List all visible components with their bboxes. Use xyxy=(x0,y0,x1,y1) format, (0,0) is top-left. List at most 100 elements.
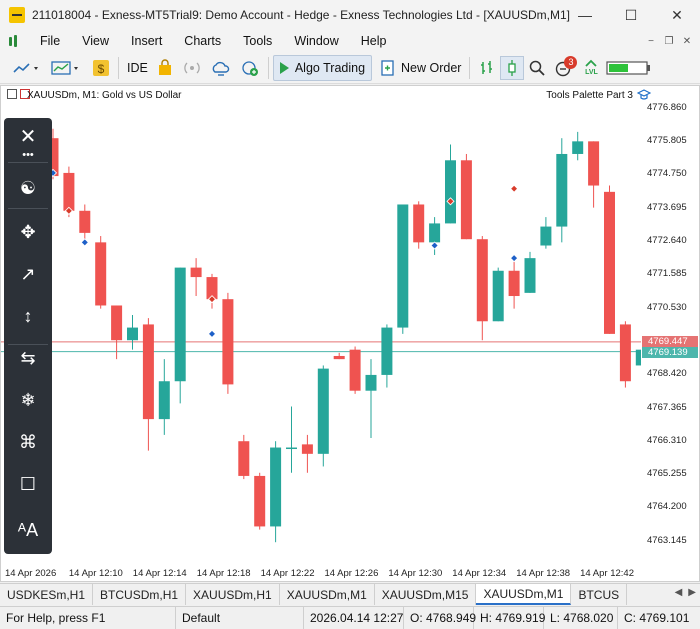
candlestick-chart[interactable] xyxy=(1,86,641,566)
tab-btcusdm-h1[interactable]: BTCUSDm,H1 xyxy=(93,584,187,605)
minimize-button[interactable]: — xyxy=(562,0,608,30)
snowflake-icon[interactable]: ❄ xyxy=(4,382,52,418)
yin-yang-icon[interactable]: ☯ xyxy=(4,170,52,206)
candle-body[interactable] xyxy=(238,441,250,476)
square-icon[interactable]: ☐ xyxy=(4,466,52,502)
maximize-button[interactable]: ☐ xyxy=(608,0,654,30)
candle-body[interactable] xyxy=(540,226,552,246)
signal-icon[interactable] xyxy=(178,56,206,80)
candle-body[interactable] xyxy=(476,239,488,322)
chart-tabs: USDKESm,H1 BTCUSDm,H1 XAUUSDm,H1 XAUUSDm… xyxy=(0,583,700,605)
candle-body[interactable] xyxy=(158,381,170,420)
candle-body[interactable] xyxy=(349,349,361,391)
child-minimize-button[interactable]: − xyxy=(644,34,658,48)
status-close: C: 4769.101 xyxy=(624,610,690,625)
status-profile[interactable]: Default xyxy=(176,606,304,629)
line-chart-dropdown-icon[interactable] xyxy=(8,56,46,80)
candle-body[interactable] xyxy=(142,324,154,420)
new-order-button[interactable]: New Order xyxy=(376,56,465,80)
candle-body[interactable] xyxy=(317,368,329,454)
chart-window[interactable]: XAUUSDm, M1: Gold vs US Dollar Tools Pal… xyxy=(0,85,700,582)
tab-xauusdm-m1-active[interactable]: XAUUSDm,M1 xyxy=(476,584,572,605)
algo-trading-button[interactable]: Algo Trading xyxy=(272,54,373,81)
status-open: O: 4768.949 xyxy=(404,606,476,629)
price-tick-label: 4772.640 xyxy=(647,235,687,247)
candlestick-type-icon[interactable] xyxy=(500,55,525,80)
globe-add-icon[interactable] xyxy=(236,56,264,80)
candle-body[interactable] xyxy=(174,267,186,382)
candle-body[interactable] xyxy=(333,355,345,360)
horizontal-arrows-icon[interactable]: ⇆ xyxy=(4,340,52,376)
candle-body[interactable] xyxy=(286,447,297,450)
zoom-search-icon[interactable] xyxy=(524,56,550,80)
candle-body[interactable] xyxy=(508,270,520,297)
bar-chart-type-icon[interactable] xyxy=(474,56,500,80)
child-restore-button[interactable]: ❐ xyxy=(662,34,676,48)
candle-body[interactable] xyxy=(79,210,91,233)
menu-window[interactable]: Window xyxy=(283,34,349,48)
menu-tools[interactable]: Tools xyxy=(232,34,283,48)
chart-area-dropdown-icon[interactable] xyxy=(46,56,88,80)
dollar-icon[interactable]: $ xyxy=(88,56,114,80)
candle-body[interactable] xyxy=(445,160,456,224)
price-tick-label: 4775.805 xyxy=(647,135,687,147)
buy-trade-marker[interactable] xyxy=(80,238,89,247)
time-tick-label: 14 Apr 12:10 xyxy=(68,568,123,579)
candle-body[interactable] xyxy=(572,141,584,154)
candle-body[interactable] xyxy=(222,299,234,385)
tab-xauusdm-h1[interactable]: XAUUSDm,H1 xyxy=(186,584,280,605)
notifications-button[interactable]: 3 xyxy=(550,55,580,80)
candle-body[interactable] xyxy=(127,327,138,341)
candle-body[interactable] xyxy=(301,444,313,454)
candle-body[interactable] xyxy=(270,447,282,527)
menu-help[interactable]: Help xyxy=(350,34,398,48)
buy-trade-marker[interactable] xyxy=(430,241,439,250)
font-size-icon[interactable]: ᴬA xyxy=(4,512,52,548)
vertical-arrows-icon[interactable]: ↕ xyxy=(4,298,52,334)
tab-btcus[interactable]: BTCUS xyxy=(571,584,628,605)
menu-file[interactable]: File xyxy=(29,34,71,48)
candle-body[interactable] xyxy=(111,305,123,341)
menu-charts[interactable]: Charts xyxy=(173,34,232,48)
candle-body[interactable] xyxy=(190,267,202,278)
cloud-icon[interactable] xyxy=(206,56,236,80)
candle-body[interactable] xyxy=(381,327,393,375)
tab-usdkesm-h1[interactable]: USDKESm,H1 xyxy=(0,584,94,605)
diamond-dots-icon[interactable]: ✥ xyxy=(4,214,52,250)
level-indicator[interactable]: LVL xyxy=(580,56,602,80)
tab-scroll-left-icon[interactable]: ◀ xyxy=(675,587,683,598)
buy-trade-marker[interactable] xyxy=(207,329,217,338)
buy-trade-marker[interactable] xyxy=(510,254,519,263)
menu-insert[interactable]: Insert xyxy=(120,34,173,48)
tab-xauusdm-m1[interactable]: XAUUSDm,M1 xyxy=(280,584,375,605)
ide-button[interactable]: IDE xyxy=(123,56,152,80)
candle-body[interactable] xyxy=(604,191,615,334)
close-window-button[interactable]: ✕ xyxy=(654,0,700,30)
arrow-diagonal-icon[interactable]: ↗ xyxy=(4,256,52,292)
tab-xauusdm-m15[interactable]: XAUUSDm,M15 xyxy=(375,584,477,605)
candle-body[interactable] xyxy=(95,242,107,306)
candles-menu-icon[interactable] xyxy=(9,35,21,47)
palette-separator xyxy=(8,208,48,209)
menu-view[interactable]: View xyxy=(71,34,120,48)
candle-body[interactable] xyxy=(556,153,568,227)
time-tick-label: 14 Apr 12:38 xyxy=(516,568,571,579)
price-tick-label: 4767.365 xyxy=(647,401,687,413)
candle-body[interactable] xyxy=(588,141,600,186)
candle-body[interactable] xyxy=(460,160,472,240)
candle-body[interactable] xyxy=(365,374,377,391)
market-bag-icon[interactable] xyxy=(152,56,178,80)
command-icon[interactable]: ⌘ xyxy=(4,424,52,460)
sell-trade-marker[interactable] xyxy=(510,184,519,193)
tab-scroll-right-icon[interactable]: ▶ xyxy=(688,587,696,598)
candle-body[interactable] xyxy=(397,204,409,328)
candle-body[interactable] xyxy=(524,258,536,293)
candle-body[interactable] xyxy=(254,475,266,527)
candle-body[interactable] xyxy=(413,204,425,243)
candle-body[interactable] xyxy=(492,270,504,322)
new-order-icon xyxy=(381,59,394,76)
candle-body[interactable] xyxy=(619,324,631,382)
candle-body[interactable] xyxy=(63,172,75,211)
child-close-button[interactable]: ✕ xyxy=(680,34,694,48)
candle-body[interactable] xyxy=(429,223,441,243)
